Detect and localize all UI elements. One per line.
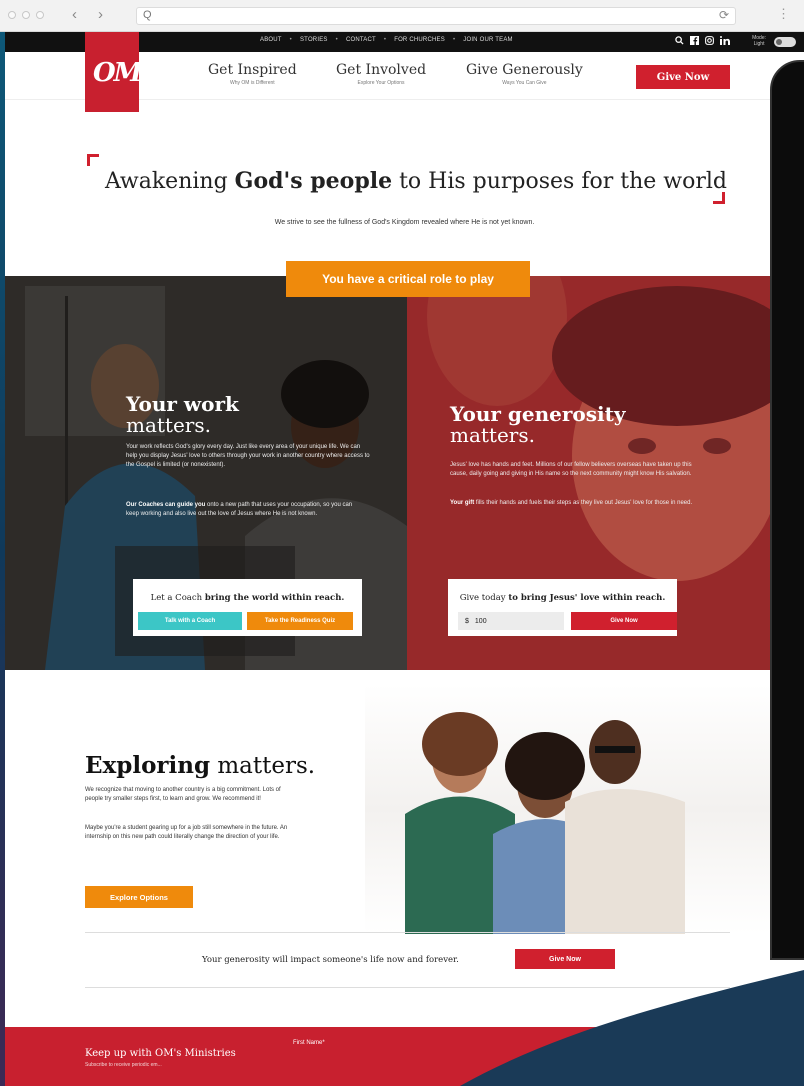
explore-options-button[interactable]: Explore Options <box>85 886 193 908</box>
talk-with-coach-button[interactable]: Talk with a Coach <box>138 612 242 630</box>
utility-link-about[interactable]: ABOUT <box>260 37 282 43</box>
title-corner-bracket <box>87 154 99 166</box>
facebook-icon[interactable] <box>690 36 699 47</box>
browser-window: ‹ › Q ⟳ ⋮ ABOUT • STORIES • CONTACT • FO… <box>0 0 804 1086</box>
window-minimize-dot[interactable] <box>22 11 30 19</box>
mode-label-value: Light <box>753 41 765 47</box>
section-divider <box>85 932 730 933</box>
generosity-title: Your generosity matters. <box>450 404 626 446</box>
exploring-title: Exploring matters. <box>85 752 315 779</box>
om-logo[interactable]: OM <box>85 32 142 112</box>
logo-text: OM <box>93 58 142 88</box>
generosity-paragraph-2-rest: fills their hands and fuels their steps … <box>474 500 693 506</box>
utility-link-contact[interactable]: CONTACT <box>346 37 376 43</box>
address-bar[interactable]: Q ⟳ <box>136 7 736 25</box>
device-frame <box>770 60 804 960</box>
linkedin-icon[interactable] <box>720 36 730 47</box>
title-corner-bracket <box>713 192 725 204</box>
coach-cta-caption: Let a Coach bring the world within reach… <box>133 593 362 603</box>
window-close-dot[interactable] <box>8 11 16 19</box>
nav-give-generously[interactable]: Give Generously Ways You Can Give <box>466 62 583 86</box>
search-icon[interactable] <box>675 36 684 47</box>
nav-subtitle: Why OM is Different <box>230 80 275 86</box>
browser-menu-icon[interactable]: ⋮ <box>777 6 790 22</box>
light-mode-toggle[interactable] <box>774 37 796 47</box>
give-cta-caption-bold: to bring Jesus' love within reach. <box>508 593 666 603</box>
hero-title: Awakening God's people to His purposes f… <box>105 168 727 194</box>
give-cta-box: Give today to bring Jesus' love within r… <box>448 579 677 636</box>
exploring-paragraph-1: We recognize that moving to another coun… <box>85 787 281 802</box>
utility-links: ABOUT • STORIES • CONTACT • FOR CHURCHES… <box>260 37 513 43</box>
window-maximize-dot[interactable] <box>36 11 44 19</box>
nav-title: Get Inspired <box>208 62 297 78</box>
donation-amount-value: 100 <box>474 617 487 625</box>
critical-role-section: Your work matters. Your work reflects God… <box>5 276 804 670</box>
readiness-quiz-button[interactable]: Take the Readiness Quiz <box>247 612 353 630</box>
nav-subtitle: Ways You Can Give <box>502 80 547 86</box>
nav-get-inspired[interactable]: Get Inspired Why OM is Different <box>208 62 297 86</box>
work-paragraph-2: Our Coaches can guide you onto a new pat… <box>126 501 361 519</box>
utility-icons <box>675 36 730 47</box>
exploring-paragraph-2: Maybe you're a student gearing up for a … <box>85 825 288 840</box>
utility-link-join-our-team[interactable]: JOIN OUR TEAM <box>463 37 513 43</box>
generosity-paragraph-2-bold: Your gift <box>450 500 475 506</box>
decorative-wave <box>460 970 804 1086</box>
work-title-light: matters. <box>126 413 211 437</box>
hero-title-part: Awakening <box>105 169 235 194</box>
friends-photo <box>365 684 804 934</box>
utility-separator: • <box>335 37 338 43</box>
give-cta-caption: Give today to bring Jesus' love within r… <box>448 593 677 603</box>
hero-title-part: to His purposes for the world <box>392 169 727 194</box>
give-now-button[interactable]: Give Now <box>571 612 677 630</box>
hero-title-bold: God's people <box>234 168 393 194</box>
generosity-paragraph-1: Jesus' love has hands and feet. Millions… <box>450 462 692 477</box>
browser-toolbar: ‹ › Q ⟳ ⋮ <box>0 0 804 32</box>
utility-link-for-churches[interactable]: FOR CHURCHES <box>394 37 445 43</box>
generosity-title-light: matters. <box>450 423 535 447</box>
nav-subtitle: Explore Your Options <box>357 80 405 86</box>
work-paragraph-1: Your work reflects God's glory every day… <box>126 444 370 468</box>
reload-icon[interactable]: ⟳ <box>719 8 729 22</box>
exploring-title-bold: Exploring <box>85 752 211 779</box>
utility-link-stories[interactable]: STORIES <box>300 37 328 43</box>
mode-label: Mode: Light <box>752 35 766 47</box>
nav-title: Give Generously <box>466 62 583 78</box>
forward-arrow-icon[interactable]: › <box>98 6 103 23</box>
give-cta-caption-part: Give today <box>459 593 509 603</box>
coach-cta-box: Let a Coach bring the world within reach… <box>133 579 362 636</box>
nav-title: Get Involved <box>336 62 427 78</box>
work-title: Your work matters. <box>126 394 239 436</box>
coach-cta-caption-bold: bring the world within reach. <box>204 593 345 603</box>
utility-separator: • <box>383 37 387 43</box>
web-page: ABOUT • STORIES • CONTACT • FOR CHURCHES… <box>5 32 804 1086</box>
nav-get-involved[interactable]: Get Involved Explore Your Options <box>336 62 426 86</box>
coach-cta-caption-part: Let a Coach <box>150 593 205 603</box>
critical-role-banner: You have a critical role to play <box>286 261 530 297</box>
utility-separator: • <box>289 37 292 43</box>
work-paragraph-2-bold: Our Coaches can guide you <box>126 502 206 508</box>
utility-separator: • <box>452 37 456 43</box>
exploring-title-light: matters. <box>210 753 316 779</box>
generosity-paragraph-2: Your gift fills their hands and fuels th… <box>450 499 700 508</box>
three-friends-image <box>405 712 685 934</box>
search-icon: Q <box>143 9 152 21</box>
hero-subtitle: We strive to see the fullness of God's K… <box>274 219 535 226</box>
currency-symbol: $ <box>465 617 469 625</box>
back-arrow-icon[interactable]: ‹ <box>72 6 77 23</box>
instagram-icon[interactable] <box>705 36 714 47</box>
header-give-now-button[interactable]: Give Now <box>636 65 730 89</box>
donation-amount-field[interactable]: $100 <box>458 612 564 630</box>
